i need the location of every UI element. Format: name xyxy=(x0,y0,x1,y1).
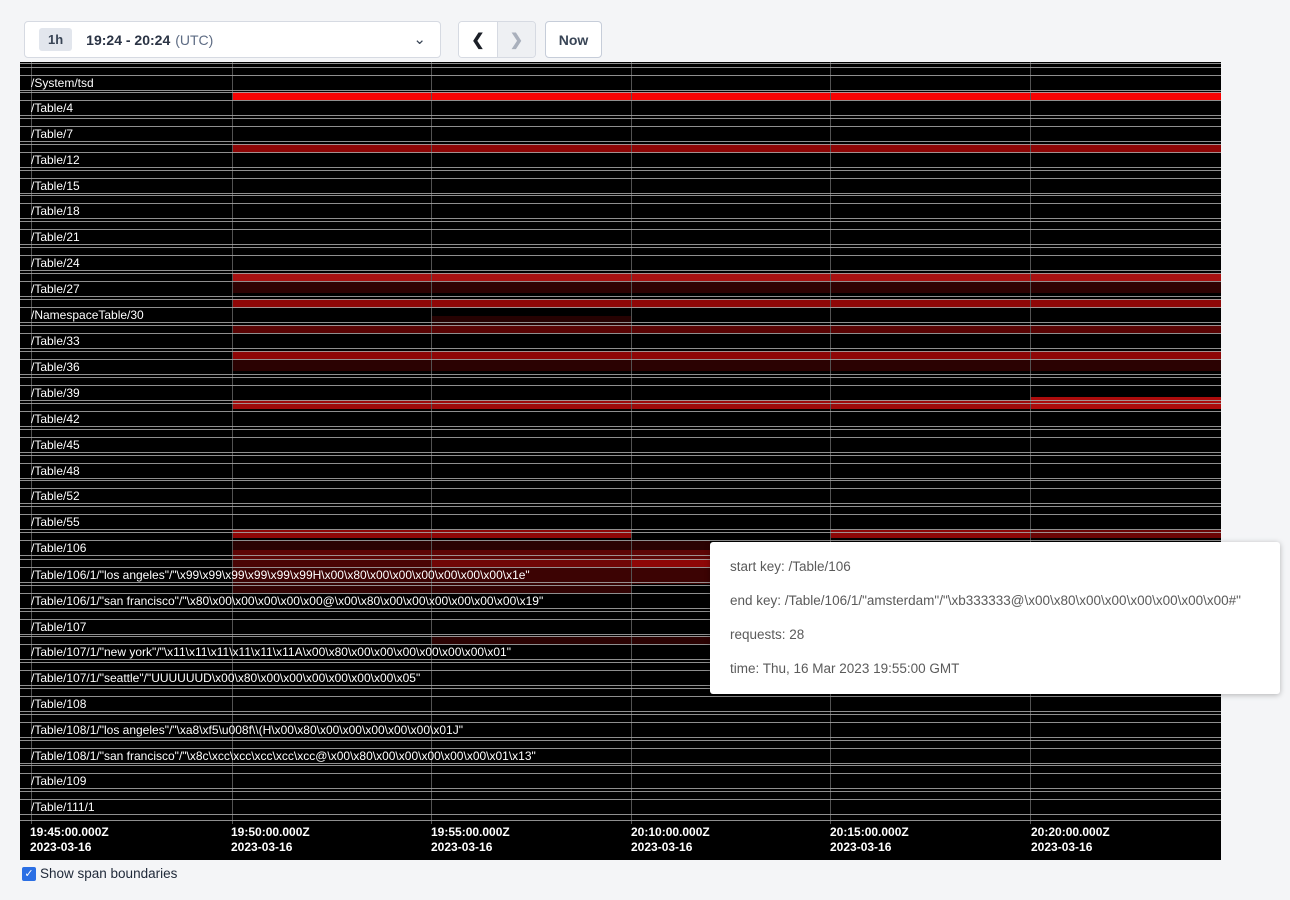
tooltip-time: time: Thu, 16 Mar 2023 19:55:00 GMT xyxy=(730,652,1280,686)
prev-time-button[interactable]: ❮ xyxy=(459,22,497,57)
time-range-timezone: (UTC) xyxy=(175,32,213,48)
time-range-chip: 1h xyxy=(39,28,72,51)
tooltip-requests: requests: 28 xyxy=(730,618,1280,652)
time-range-text: 19:24 - 20:24 xyxy=(86,32,170,48)
key-visualizer-canvas[interactable] xyxy=(20,62,1221,860)
key-visualizer-page: 1h 19:24 - 20:24 (UTC) ⌄ ❮ ❯ Now /System… xyxy=(0,0,1290,900)
span-tooltip: start key: /Table/106 end key: /Table/10… xyxy=(710,542,1280,694)
now-button[interactable]: Now xyxy=(545,21,602,58)
time-nav-group: ❮ ❯ xyxy=(458,21,536,58)
show-span-boundaries-checkbox[interactable]: ✓ xyxy=(22,867,36,881)
chevron-right-icon: ❯ xyxy=(510,30,523,50)
chevron-down-icon: ⌄ xyxy=(413,35,426,45)
time-range-select[interactable]: 1h 19:24 - 20:24 (UTC) ⌄ xyxy=(24,21,441,58)
tooltip-start-key: start key: /Table/106 xyxy=(730,550,1280,584)
span-boundaries-control: ✓ Show span boundaries xyxy=(22,866,177,881)
chevron-left-icon: ❮ xyxy=(471,30,484,50)
show-span-boundaries-label[interactable]: Show span boundaries xyxy=(40,866,177,881)
next-time-button[interactable]: ❯ xyxy=(497,22,535,57)
tooltip-end-key: end key: /Table/106/1/"amsterdam"/"\xb33… xyxy=(730,584,1280,618)
